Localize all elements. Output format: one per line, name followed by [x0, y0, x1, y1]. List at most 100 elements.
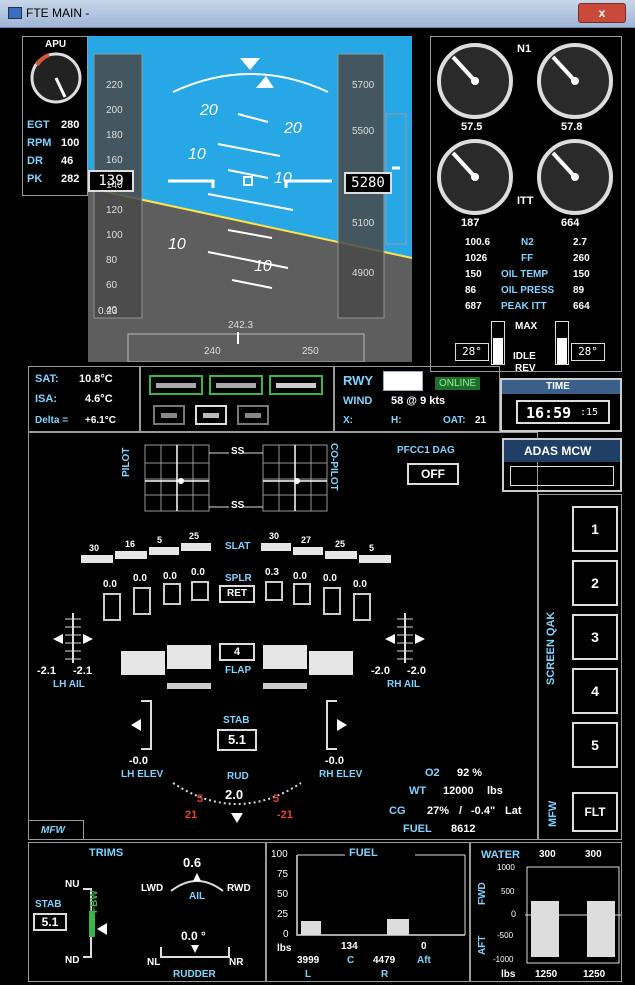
wt-value: 12000	[443, 785, 474, 797]
fuel-tick-100: 100	[271, 849, 288, 860]
time-panel: TIME 16:59 :15	[500, 378, 622, 432]
n1-right-value: 57.8	[561, 121, 583, 133]
isa-label: ISA:	[35, 393, 57, 405]
lh-ail-value-2: -2.1	[73, 665, 92, 677]
trims-title: TRIMS	[89, 847, 124, 859]
config-button-2[interactable]	[209, 375, 263, 395]
engine-row-right-value: 150	[573, 269, 590, 280]
n1-right-gauge-icon	[537, 43, 613, 119]
water-panel: WATER 300 300 FWD AFT 1000 500 0 -500 -1…	[470, 842, 622, 982]
oat-label: OAT:	[443, 415, 466, 426]
delta-label: Delta =	[35, 415, 69, 426]
qak-button-2[interactable]: 2	[572, 560, 618, 606]
close-button[interactable]: x	[578, 3, 626, 23]
config-button-5[interactable]	[195, 405, 227, 425]
pfcc-toggle-button[interactable]: OFF	[407, 463, 459, 485]
trims-panel: TRIMS NU ND FBW STAB 5.1 0.6 LWD RWD AIL…	[28, 842, 266, 982]
rud-mark-left: 5	[197, 793, 204, 805]
slat-7	[325, 551, 357, 559]
ss-bottom-label: SS	[231, 500, 245, 511]
x-label: X:	[343, 415, 353, 426]
water-tick-neg500: -500	[497, 931, 514, 940]
fuel-unit: lbs	[277, 943, 292, 954]
water-aft-label: AFT	[477, 935, 488, 955]
tla-right: 28°	[571, 343, 605, 361]
cg-separator: /	[459, 805, 463, 817]
water-top-value-2: 300	[585, 849, 602, 860]
window-title-bar[interactable]: FTE MAIN - x	[0, 0, 635, 28]
config-button-4[interactable]	[153, 405, 185, 425]
config-button-3[interactable]	[269, 375, 323, 395]
slat-value: 30	[89, 543, 100, 553]
lh-ail-label: LH AIL	[53, 679, 85, 690]
adas-label: ADAS MCW	[524, 444, 592, 458]
qak-button-4[interactable]: 4	[572, 668, 618, 714]
qak-button-1[interactable]: 1	[572, 506, 618, 552]
pitch-label: 10	[254, 258, 272, 275]
altitude-tick-label: 5500	[352, 126, 375, 137]
itt-left-gauge-icon	[437, 139, 513, 215]
spoiler-value: 0.0	[191, 567, 205, 578]
fuel-c-value: 134	[341, 941, 358, 952]
apu-dr-label: DR	[27, 155, 43, 167]
nr-label: NR	[229, 957, 244, 968]
spoiler-value: 0.0	[133, 573, 147, 584]
config-button-6[interactable]	[237, 405, 269, 425]
speed-tick-label: 80	[106, 255, 118, 266]
spoiler-1	[103, 593, 121, 621]
fuel-aft-value: 0	[421, 941, 427, 952]
water-unit: lbs	[501, 969, 516, 980]
spoiler-value: 0.0	[103, 579, 117, 590]
altitude-tick-label: 5700	[352, 80, 375, 91]
ail-trim-label: AIL	[189, 891, 206, 902]
engine-row-left-value: 687	[465, 301, 482, 312]
mfw-tab[interactable]: MFW	[28, 820, 84, 840]
wt-label: WT	[409, 785, 427, 797]
slat-3	[149, 547, 179, 555]
engine-row-label: OIL TEMP	[501, 269, 549, 280]
water-fwd-label: FWD	[477, 882, 488, 905]
o2-value: 92 %	[457, 767, 483, 779]
speed-tick-label: 200	[106, 105, 123, 116]
pitch-label: 10	[188, 146, 206, 163]
fuel-tick-0: 0	[283, 929, 289, 940]
air-data-panel: SAT: 10.8°C ISA: 4.6°C Delta = +6.1°C	[28, 366, 140, 432]
water-chart	[525, 866, 621, 964]
time-value: 16:59	[526, 404, 572, 422]
flap-right-inner	[263, 645, 307, 669]
rh-elevator-scale	[326, 700, 347, 750]
spoiler-4	[191, 581, 209, 601]
sat-label: SAT:	[35, 373, 59, 385]
config-button-1[interactable]	[149, 375, 203, 395]
h-label: H:	[391, 415, 402, 426]
apu-pk-label: PK	[27, 173, 43, 185]
rud-left-limit: 21	[185, 809, 198, 821]
adas-panel: ADAS MCW	[502, 438, 622, 492]
speed-tick-label: 40	[106, 305, 118, 316]
cg-label: CG	[389, 805, 406, 817]
slat-value: 5	[369, 543, 375, 553]
water-top-value-1: 300	[539, 849, 556, 860]
cg-value: 27%	[427, 805, 450, 817]
wind-label: WIND	[343, 395, 373, 407]
fuel-bar-right	[387, 919, 409, 935]
flt-button[interactable]: FLT	[572, 792, 618, 832]
nl-label: NL	[147, 957, 161, 968]
rh-ail-label: RH AIL	[387, 679, 420, 690]
qak-button-3[interactable]: 3	[572, 614, 618, 660]
screen-qak-label: SCREEN QAK	[545, 611, 557, 685]
itt-label: ITT	[517, 195, 534, 207]
apu-title: APU	[45, 39, 67, 50]
rwy-input[interactable]	[383, 371, 423, 391]
time-display: 16:59 :15	[516, 400, 610, 424]
rudder-trim-label: RUDDER	[173, 969, 216, 980]
engine-row-left-value: 86	[465, 285, 477, 296]
lh-ail-value-1: -2.1	[37, 665, 56, 677]
flap-right-lower	[263, 683, 307, 689]
itt-right-value: 664	[561, 217, 580, 229]
spoiler-value: 0.0	[323, 573, 337, 584]
rwd-label: RWD	[227, 883, 251, 894]
qak-button-5[interactable]: 5	[572, 722, 618, 768]
rud-mark-right: 5	[273, 793, 280, 805]
engine-row-right-value: 89	[573, 285, 585, 296]
